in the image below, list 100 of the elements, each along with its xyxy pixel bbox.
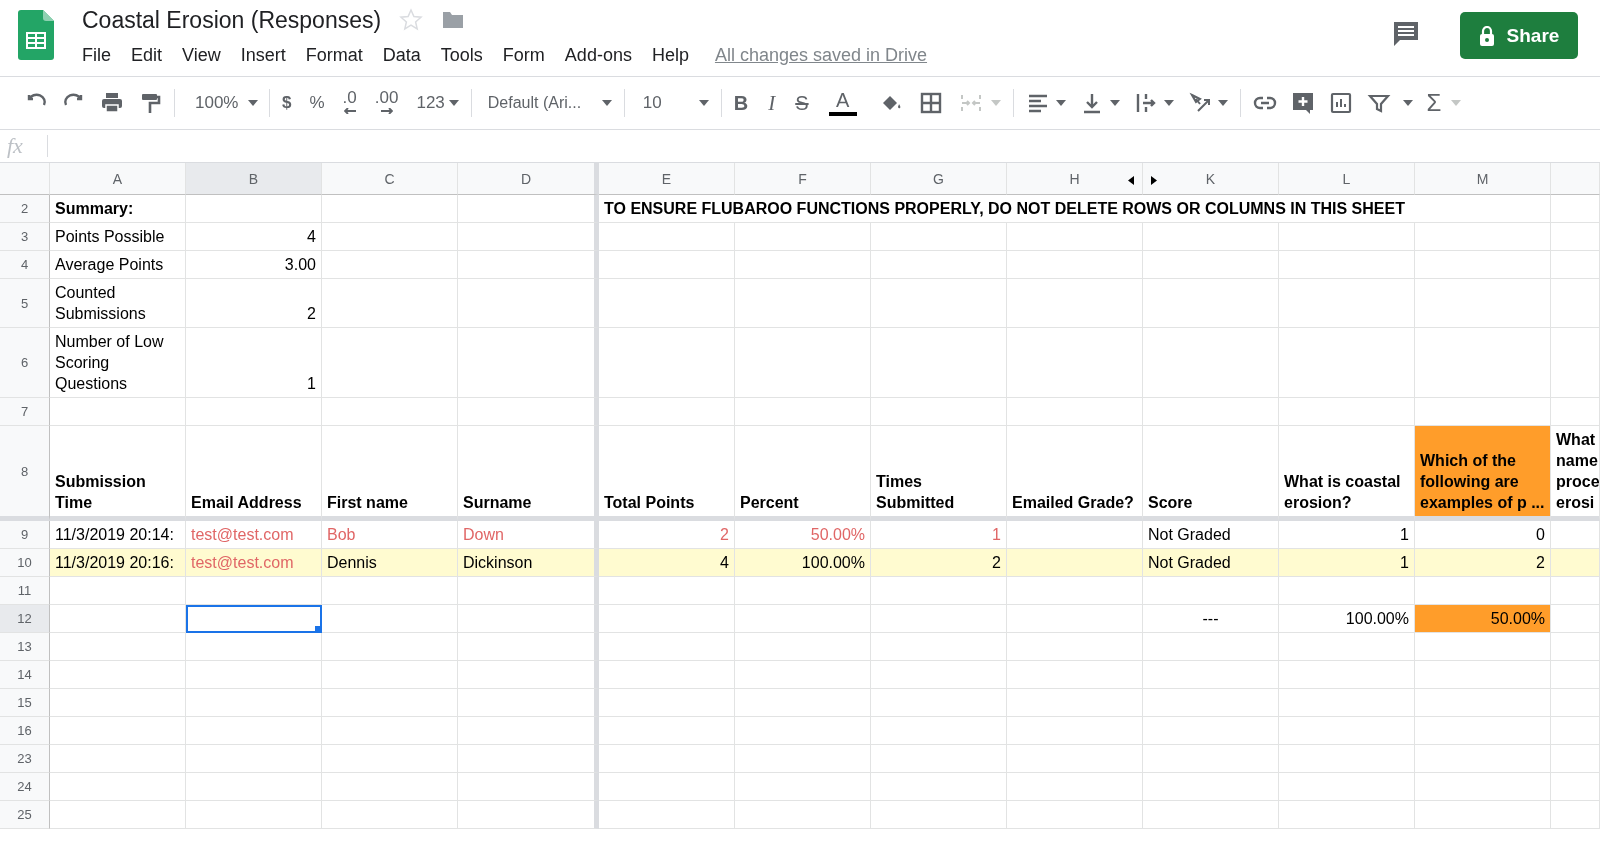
menu-item[interactable]: Edit — [119, 44, 171, 66]
table-cell: Points Possible — [50, 223, 186, 251]
table-cell: Email Address — [186, 426, 322, 521]
table-cell: Not Graded — [1143, 549, 1279, 577]
caret-icon[interactable] — [601, 100, 612, 106]
print-icon[interactable] — [100, 91, 124, 115]
row-header[interactable]: 11 — [0, 577, 50, 605]
row-header[interactable]: 2 — [0, 195, 50, 223]
caret-icon[interactable] — [448, 100, 459, 106]
table-cell: Times Submitted — [871, 426, 1007, 521]
table-cell: Percent — [735, 426, 871, 521]
decrease-decimal-button[interactable]: .0 — [342, 88, 357, 118]
zoom-dropdown[interactable]: 100% — [187, 93, 257, 113]
caret-icon[interactable] — [1109, 100, 1120, 106]
row-header[interactable]: 15 — [0, 689, 50, 717]
menu-item[interactable]: Form — [490, 44, 553, 66]
font-size-dropdown[interactable]: 10 — [636, 93, 709, 113]
table-cell: Total Points — [599, 426, 735, 521]
table-cell: 11/3/2019 20:16: — [50, 549, 186, 577]
row-header[interactable]: 7 — [0, 398, 50, 426]
share-button[interactable]: Share — [1460, 12, 1578, 59]
column-header[interactable]: B — [186, 163, 322, 195]
text-color-button[interactable]: A — [828, 90, 857, 116]
row-header[interactable]: 5 — [0, 279, 50, 328]
column-header[interactable]: A — [50, 163, 186, 195]
menu-item[interactable]: Add-ons — [552, 44, 640, 66]
caret-icon[interactable] — [698, 100, 709, 106]
row-header[interactable]: 9 — [0, 521, 50, 549]
comment-icon[interactable] — [1392, 20, 1420, 48]
row-header[interactable]: 24 — [0, 773, 50, 801]
font-dropdown[interactable]: Default (Ari... — [483, 94, 612, 112]
lock-icon — [1478, 25, 1495, 46]
column-header[interactable]: D — [458, 163, 599, 195]
caret-icon[interactable] — [1402, 100, 1413, 106]
add-comment-icon[interactable] — [1290, 91, 1315, 115]
caret-icon[interactable] — [1055, 100, 1066, 106]
row-header[interactable]: 10 — [0, 549, 50, 577]
table-cell: Dennis — [322, 549, 458, 577]
spreadsheet-logo-icon[interactable] — [18, 10, 54, 60]
strikethrough-button[interactable]: S — [795, 91, 809, 115]
borders-icon[interactable] — [918, 91, 943, 115]
row-header[interactable]: 16 — [0, 717, 50, 745]
table-cell: Which of the following are examples of p ... — [1415, 426, 1551, 521]
table-cell: First name — [322, 426, 458, 521]
chart-icon[interactable] — [1328, 91, 1353, 115]
row-header[interactable]: 12 — [0, 605, 50, 633]
column-header[interactable]: C — [322, 163, 458, 195]
functions-button[interactable]: Σ — [1426, 89, 1442, 117]
column-header[interactable]: G — [871, 163, 1007, 195]
star-icon[interactable] — [399, 8, 424, 32]
table-cell: 1 — [186, 328, 322, 398]
menu-item[interactable]: View — [170, 44, 229, 66]
table-cell: 4 — [186, 223, 322, 251]
row-header[interactable]: 13 — [0, 633, 50, 661]
row-header[interactable]: 6 — [0, 328, 50, 398]
right-arrow-icon — [380, 108, 393, 114]
table-cell: Dickinson — [458, 549, 599, 577]
right-triangle-icon[interactable] — [1151, 176, 1157, 185]
column-header[interactable]: L — [1279, 163, 1415, 195]
table-cell: 100.00% — [735, 549, 871, 577]
table-cell: 2 — [1415, 549, 1551, 577]
left-triangle-icon[interactable] — [1128, 176, 1134, 185]
row-header[interactable]: 23 — [0, 745, 50, 773]
menu-item[interactable]: Insert — [228, 44, 294, 66]
column-header[interactable]: H — [1007, 163, 1143, 195]
table-cell: Average Points — [50, 251, 186, 279]
save-status-link[interactable]: All changes saved in Drive — [714, 44, 928, 66]
table-cell: Counted Submissions — [50, 279, 186, 328]
left-arrow-icon — [343, 108, 356, 114]
selected-cell[interactable] — [186, 605, 322, 633]
row-header[interactable]: 14 — [0, 661, 50, 689]
table-cell: Emailed Grade? — [1007, 426, 1143, 521]
menu-item[interactable]: Format — [293, 44, 371, 66]
currency-format-button[interactable]: $ — [282, 93, 292, 113]
menu-item[interactable]: File — [70, 44, 119, 66]
menu-item[interactable]: Help — [639, 44, 697, 66]
table-cell: What name proce erosi — [1551, 426, 1600, 521]
column-header[interactable]: E — [599, 163, 735, 195]
caret-icon[interactable] — [248, 100, 259, 106]
document-title[interactable]: Coastal Erosion (Responses) — [82, 6, 382, 34]
caret-icon[interactable] — [1217, 100, 1228, 106]
row-header[interactable]: 4 — [0, 251, 50, 279]
row-header[interactable]: 3 — [0, 223, 50, 251]
row-header[interactable]: 25 — [0, 801, 50, 829]
column-header[interactable]: K — [1143, 163, 1279, 195]
table-cell: Score — [1143, 426, 1279, 521]
column-header[interactable]: F — [735, 163, 871, 195]
percent-format-button[interactable]: % — [309, 93, 325, 113]
bold-button[interactable]: B — [733, 91, 749, 115]
italic-button[interactable]: I — [768, 90, 776, 116]
more-formats-dropdown[interactable]: 123 — [416, 93, 459, 113]
column-header[interactable]: M — [1415, 163, 1551, 195]
menu-item[interactable]: Data — [370, 44, 429, 66]
table-cell: Submission Time — [50, 426, 186, 521]
folder-icon[interactable] — [441, 10, 466, 30]
menu-item[interactable]: Tools — [428, 44, 491, 66]
caret-icon[interactable] — [1163, 100, 1174, 106]
row-header[interactable]: 8 — [0, 426, 50, 521]
table-cell: test@test.com — [186, 549, 322, 577]
increase-decimal-button[interactable]: .00 — [374, 88, 399, 118]
